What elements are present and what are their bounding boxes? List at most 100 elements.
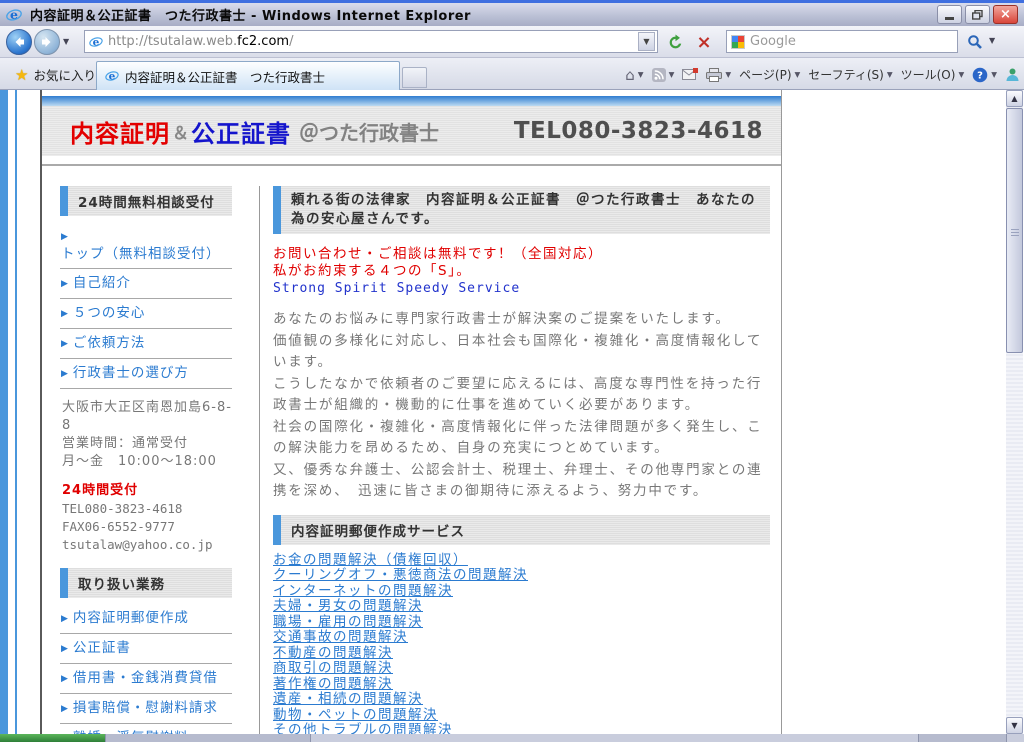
scrollbar-thumb[interactable] [1006, 108, 1023, 353]
paragraph: あなたのお悩みに専門家行政書士が解決案のご提案をいたします。 [273, 309, 770, 331]
tab-bar: ★ お気に入り e 内容証明＆公正証書 つた行政書士 ⌂▼ ▼ ▼ ページ(P)… [0, 58, 1024, 90]
read-mail-button[interactable] [682, 68, 698, 81]
scroll-down-button[interactable]: ▼ [1006, 717, 1023, 734]
address-url[interactable]: http://tsutalaw.web.fc2.com/ [108, 34, 638, 49]
link-money-problems[interactable]: お金の問題解決（債権回収） [273, 553, 770, 569]
back-arrow-icon [13, 36, 25, 48]
safety-menu-button[interactable]: セーフティ(S)▼ [808, 66, 892, 83]
taskbar-segment [1006, 734, 1024, 742]
sidebar-item-naiyou-shomei[interactable]: ▶内容証明郵便作成 [60, 604, 232, 634]
sidebar-item-divorce[interactable]: ▶離婚・浮気慰謝料 [60, 724, 232, 734]
window-title: 内容証明＆公正証書 つた行政書士 - Windows Internet Expl… [30, 5, 934, 24]
feed-icon [652, 68, 666, 82]
address-bar[interactable]: e http://tsutalaw.web.fc2.com/ ▼ [84, 30, 658, 53]
link-cooling-off[interactable]: クーリングオフ・悪徳商法の問題解決 [273, 568, 770, 584]
contact-fax: FAX06-6552-9777 [62, 518, 232, 536]
intro-paragraphs: あなたのお悩みに専門家行政書士が解決案のご提案をいたします。 価値観の多様化に対… [273, 309, 770, 503]
vertical-scrollbar[interactable]: ▲ ▼ [1006, 90, 1023, 734]
link-couples-problems[interactable]: 夫婦・男女の問題解決 [273, 599, 770, 615]
taskbar-window-button[interactable] [105, 734, 310, 742]
feed-button[interactable]: ▼ [652, 68, 675, 82]
sidebar-item-top[interactable]: ▶トップ（無料相談受付） [60, 222, 232, 269]
address-dropdown-button[interactable]: ▼ [638, 32, 655, 51]
paragraph: 価値観の多様化に対応し、日本社会も国際化・複雑化・高度情報化しています。 [273, 331, 770, 374]
sidebar-item-choosing-scrivener[interactable]: ▶行政書士の選び方 [60, 359, 232, 389]
contact-info: 大阪市大正区南恩加島6-8-8 営業時間：通常受付 月～金 10:00～18:0… [62, 399, 232, 554]
webpage-container: 内容証明 ＆ 公正証書 ＠つた行政書士 TEL080-3823-4618 24時… [40, 90, 782, 734]
page-left-accent-line [15, 90, 17, 734]
page-left-accent [0, 90, 8, 734]
link-internet-problems[interactable]: インターネットの問題解決 [273, 584, 770, 600]
sidebar-item-profile[interactable]: ▶自己紹介 [60, 269, 232, 299]
sidebar-item-damages-claims[interactable]: ▶損害賠償・慰謝料請求 [60, 694, 232, 724]
link-inheritance[interactable]: 遺産・相続の問題解決 [273, 692, 770, 708]
forward-button[interactable] [34, 29, 60, 55]
forward-arrow-icon [41, 36, 53, 48]
link-pets[interactable]: 動物・ペットの問題解決 [273, 708, 770, 724]
history-dropdown-button[interactable]: ▼ [63, 37, 69, 46]
favorites-button[interactable]: ★ お気に入り [6, 63, 105, 86]
paragraph: こうしたなかで依頼者のご要望に応えるには、高度な専門性を持った行政書士が組織的・… [273, 374, 770, 417]
link-copyright[interactable]: 著作権の問題解決 [273, 677, 770, 693]
svg-text:e: e [109, 71, 116, 83]
sidebar: 24時間無料相談受付 ▶トップ（無料相談受付） ▶自己紹介 ▶５つの安心 ▶ご依… [60, 186, 232, 734]
arrow-icon: ▶ [61, 309, 69, 319]
link-real-estate[interactable]: 不動産の問題解決 [273, 646, 770, 662]
link-workplace-problems[interactable]: 職場・雇用の問題解決 [273, 615, 770, 631]
site-title-suffix: ＠つた行政書士 [299, 117, 439, 146]
sidebar-item-how-to-request[interactable]: ▶ご依頼方法 [60, 329, 232, 359]
arrow-icon: ▶ [61, 674, 69, 684]
sidebar-item-kosei-shosho[interactable]: ▶公正証書 [60, 634, 232, 664]
link-commerce[interactable]: 商取引の問題解決 [273, 661, 770, 677]
site-header: 内容証明 ＆ 公正証書 ＠つた行政書士 TEL080-3823-4618 [42, 96, 781, 166]
tools-menu-button[interactable]: ツール(O)▼ [901, 66, 965, 83]
column-divider [259, 186, 260, 734]
sidebar-item-five-assurances[interactable]: ▶５つの安心 [60, 299, 232, 329]
svg-text:?: ? [977, 70, 983, 81]
arrow-icon: ▶ [61, 644, 69, 654]
arrow-icon: ▶ [61, 369, 69, 379]
back-button[interactable] [6, 29, 32, 55]
minimize-button[interactable] [937, 5, 962, 24]
search-dropdown-button[interactable]: ▼ [989, 36, 995, 45]
command-bar: ⌂▼ ▼ ▼ ページ(P)▼ セーフティ(S)▼ ツール(O)▼ ? ▼ [625, 62, 1020, 87]
new-tab-button[interactable] [402, 67, 427, 88]
slogan-line: Strong Spirit Speedy Service [273, 280, 770, 297]
home-button[interactable]: ⌂▼ [625, 66, 643, 84]
always-open-label: 24時間受付 [62, 482, 232, 500]
google-icon [731, 35, 745, 49]
start-button[interactable] [0, 734, 105, 742]
paragraph: 又、優秀な弁護士、公認会計士、税理士、弁理士、その他専門家との連携を深め、 迅速… [273, 460, 770, 503]
taskbar-window-button[interactable] [918, 734, 1006, 742]
refresh-button[interactable] [662, 29, 688, 55]
header-title-band: 内容証明 ＆ 公正証書 ＠つた行政書士 TEL080-3823-4618 [42, 106, 781, 156]
sidebar-menu-1: ▶トップ（無料相談受付） ▶自己紹介 ▶５つの安心 ▶ご依頼方法 ▶行政書士の選… [60, 222, 232, 389]
restore-button[interactable] [965, 5, 990, 24]
sidebar-item-loan-documents[interactable]: ▶借用書・金銭消費貸借 [60, 664, 232, 694]
search-box[interactable]: Google [726, 30, 958, 53]
site-title-amp: ＆ [172, 119, 189, 144]
scroll-up-button[interactable]: ▲ [1006, 90, 1023, 107]
sidebar-section1-title: 24時間無料相談受付 [68, 186, 232, 216]
link-other-trouble[interactable]: その他トラブルの問題解決 [273, 723, 770, 734]
print-button[interactable]: ▼ [706, 68, 731, 82]
svg-text:e: e [10, 7, 18, 22]
mail-icon [682, 68, 698, 81]
close-button[interactable]: × [993, 5, 1018, 24]
ie-tab-icon: e [105, 69, 119, 83]
help-button[interactable]: ? ▼ [972, 67, 997, 83]
office-hours-value: 月～金 10:00～18:00 [62, 453, 232, 471]
stop-button[interactable]: × [691, 29, 717, 55]
scrollbar-grip [1011, 227, 1019, 236]
page-menu-button[interactable]: ページ(P)▼ [739, 66, 800, 83]
link-traffic-accident[interactable]: 交通事故の問題解決 [273, 630, 770, 646]
search-button[interactable] [962, 29, 988, 55]
arrow-icon: ▶ [61, 614, 69, 624]
restore-icon [972, 10, 983, 20]
main-content: 頼れる街の法律家 内容証明＆公正証書 ＠つた行政書士 あなたの為の安心屋さんです… [273, 186, 770, 734]
tab-active[interactable]: e 内容証明＆公正証書 つた行政書士 [96, 61, 400, 90]
service-link-list: お金の問題解決（債権回収） クーリングオフ・悪徳商法の問題解決 インターネットの… [273, 553, 770, 735]
messenger-button[interactable] [1005, 67, 1020, 82]
free-consultation-line: お問い合わせ・ご相談は無料です！（全国対応） [273, 246, 770, 263]
tab-title: 内容証明＆公正証書 つた行政書士 [125, 67, 325, 86]
